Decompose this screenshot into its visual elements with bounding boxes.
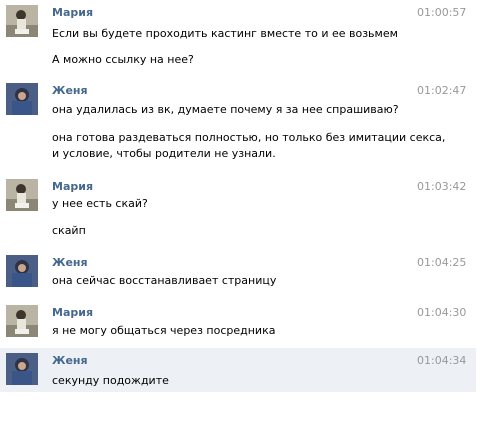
message-item: Женя 01:02:47 она удалилась из вк, думае… [0,78,476,174]
message-text: у нее есть скай? [52,197,148,210]
timestamp: 01:04:34 [417,354,467,367]
timestamp: 01:04:30 [417,306,467,319]
message-item: Мария 01:03:42 у нее есть скай? скайп [0,174,476,250]
message-item-highlighted: Женя 01:04:34 секунду подождите [0,348,476,392]
avatar[interactable] [6,305,38,337]
message-text: я не могу общаться через посредника [52,324,276,337]
message-text: секунду подождите [52,374,169,387]
timestamp: 01:04:25 [417,256,467,269]
avatar-photo-icon [6,305,38,337]
message-list: Мария 01:00:57 Если вы будете проходить … [0,0,499,428]
avatar[interactable] [6,353,38,385]
avatar-photo-icon [6,353,38,385]
message-text: Если вы будете проходить кастинг вместе … [52,27,398,40]
message-text: она готова раздеваться полностью, но тол… [52,131,446,144]
message-item: Женя 01:04:25 она сейчас восстанавливает… [0,250,476,300]
message-item: Мария 01:00:57 Если вы будете проходить … [0,0,476,78]
avatar-photo-icon [6,5,38,37]
timestamp: 01:00:57 [417,6,467,19]
message-text: и условие, чтобы родители не узнали. [52,147,276,160]
timestamp: 01:03:42 [417,180,467,193]
avatar-photo-icon [6,83,38,115]
message-item: Мария 01:04:30 я не могу общаться через … [0,300,476,348]
avatar[interactable] [6,255,38,287]
sender-name[interactable]: Женя [52,84,88,98]
message-text: она удалилась из вк, думаете почему я за… [52,103,399,116]
sender-name[interactable]: Мария [52,6,93,20]
timestamp: 01:02:47 [417,84,467,97]
avatar[interactable] [6,5,38,37]
sender-name[interactable]: Женя [52,256,88,270]
avatar[interactable] [6,83,38,115]
avatar-photo-icon [6,179,38,211]
sender-name[interactable]: Мария [52,306,93,320]
sender-name[interactable]: Женя [52,354,88,368]
sender-name[interactable]: Мария [52,180,93,194]
avatar-photo-icon [6,255,38,287]
avatar[interactable] [6,179,38,211]
message-text: А можно ссылку на нее? [52,53,194,66]
message-text: она сейчас восстанавливает страницу [52,274,277,287]
message-text: скайп [52,224,86,237]
